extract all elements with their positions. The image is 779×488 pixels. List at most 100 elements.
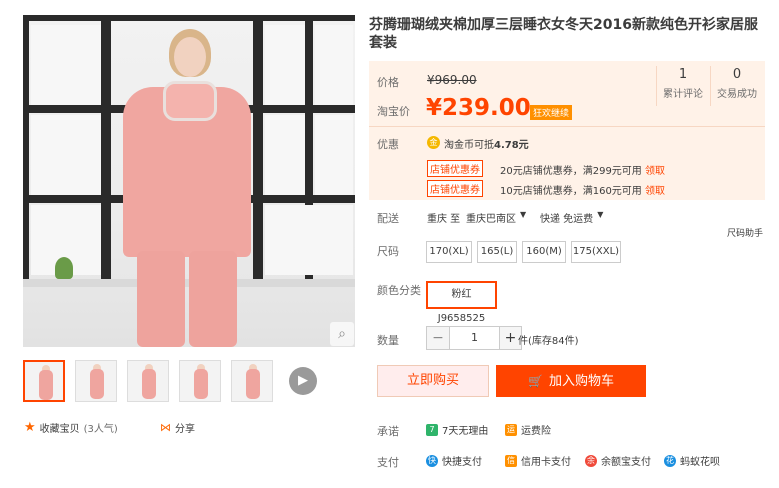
share-button[interactable]: ⋈ 分享 xyxy=(160,420,195,435)
sale-price: ¥239.00 xyxy=(426,95,531,121)
window-frame xyxy=(101,15,111,285)
claim-coupon-link[interactable]: 领取 xyxy=(645,162,665,177)
favorite-count: (3人气) xyxy=(83,424,118,435)
window-pane xyxy=(265,205,353,275)
size-label: 尺码 xyxy=(377,245,399,258)
product-title: 芬腾珊瑚绒夹棉加厚三层睡衣女冬天2016新款纯色开衫家居服套装 xyxy=(369,17,758,51)
quantity-label: 数量 xyxy=(377,334,399,347)
size-option[interactable]: 160(M) xyxy=(522,241,566,263)
huabei-icon: 花 xyxy=(664,454,676,467)
coin-text: 淘金币可抵 xyxy=(444,140,494,151)
plant xyxy=(55,257,73,279)
original-price: ¥969.00 xyxy=(427,73,477,87)
delivery-from: 重庆 至 xyxy=(427,214,461,225)
payment-text: 信用卡支付 xyxy=(521,457,571,468)
share-icon: ⋈ xyxy=(160,421,171,434)
payment-text: 蚂蚁花呗 xyxy=(680,457,720,468)
payment-item[interactable]: 花 蚂蚁花呗 xyxy=(664,453,720,468)
play-video-icon[interactable]: ▶ xyxy=(289,367,317,395)
chevron-down-icon: ▼ xyxy=(520,210,527,219)
coupon-tag: 店铺优惠券 xyxy=(427,180,483,197)
quantity-input[interactable]: 1 xyxy=(449,327,499,349)
seven-day-return-icon: 7 xyxy=(426,423,438,436)
coin-icon: 金 xyxy=(427,136,440,149)
sales-count: 0 xyxy=(732,67,742,82)
payment-item[interactable]: 快 快捷支付 xyxy=(426,453,482,468)
add-to-cart-label: 加入购物车 xyxy=(548,374,614,389)
window-pane xyxy=(31,25,101,105)
pajama-collar xyxy=(163,81,217,121)
chevron-down-icon: ▼ xyxy=(597,210,604,219)
zoom-icon[interactable]: ⌕ xyxy=(330,322,354,346)
payment-item[interactable]: 信 信用卡支付 xyxy=(505,453,571,468)
size-helper-link[interactable]: 尺码助手 xyxy=(727,226,763,239)
pajama-leg-right xyxy=(189,251,237,347)
pajama-leg-left xyxy=(137,251,185,347)
review-count-label: 累计评论 xyxy=(663,89,703,100)
claim-coupon-link[interactable]: 领取 xyxy=(645,182,665,197)
delivery-method-select[interactable]: 快递 免运费 ▼ xyxy=(540,210,603,225)
coupon-tag: 店铺优惠券 xyxy=(427,160,483,177)
delivery-destination: 重庆巴南区 xyxy=(466,214,516,225)
window-frame xyxy=(253,15,263,285)
thumbnail[interactable] xyxy=(75,360,117,402)
quick-pay-icon: 快 xyxy=(426,454,438,467)
share-label: 分享 xyxy=(175,424,195,435)
quantity-stepper: − 1 + xyxy=(426,326,522,350)
quantity-decrease-button[interactable]: − xyxy=(427,327,449,349)
star-icon: ★ xyxy=(24,420,36,435)
thumbnail[interactable] xyxy=(23,360,65,402)
promise-text: 7天无理由 xyxy=(442,426,489,437)
delivery-method: 快递 免运费 xyxy=(540,214,594,225)
color-option[interactable]: 粉红J9658525 xyxy=(426,281,497,324)
add-to-cart-button[interactable]: 🛒 加入购物车 xyxy=(496,365,646,397)
payment-text: 快捷支付 xyxy=(442,457,482,468)
thumbnail-image xyxy=(90,369,104,399)
sales-count-label: 交易成功 xyxy=(717,89,757,100)
price-divider xyxy=(369,126,765,127)
shipping-insurance-icon: 运 xyxy=(505,423,517,436)
promo-label: 优惠 xyxy=(377,138,399,151)
promise-item[interactable]: 7 7天无理由 xyxy=(426,422,488,437)
coupon-text: 20元店铺优惠券，满299元可用 xyxy=(500,166,642,177)
payment-item[interactable]: 余 余额宝支付 xyxy=(585,453,651,468)
size-option[interactable]: 165(L) xyxy=(477,241,517,263)
stats-divider xyxy=(710,66,711,106)
window-pane xyxy=(31,115,101,195)
size-option[interactable]: 170(XL) xyxy=(426,241,472,263)
thumbnail-image xyxy=(39,370,53,400)
buy-now-button[interactable]: 立即购买 xyxy=(377,365,489,397)
promo-badge: 狂欢继续 xyxy=(530,105,573,120)
yuebao-icon: 余 xyxy=(585,454,597,467)
delivery-label: 配送 xyxy=(377,212,399,225)
sale-price-label: 淘宝价 xyxy=(377,105,410,118)
promise-text: 运费险 xyxy=(521,426,551,437)
color-label: 颜色分类 xyxy=(377,284,421,297)
window-pane xyxy=(315,115,353,195)
favorite-button[interactable]: ★ 收藏宝贝 (3人气) xyxy=(24,420,118,435)
thumbnail[interactable] xyxy=(127,360,169,402)
thumbnail-image xyxy=(142,369,156,399)
delivery-destination-select[interactable]: 重庆巴南区 ▼ xyxy=(466,210,526,225)
thumbnail-image xyxy=(194,369,208,399)
review-count[interactable]: 1 xyxy=(658,67,708,82)
thumbnail[interactable] xyxy=(179,360,221,402)
thumbnail[interactable] xyxy=(231,360,273,402)
coin-amount: 4.78元 xyxy=(494,140,529,151)
coupon-text: 10元店铺优惠券，满160元可用 xyxy=(500,186,642,197)
stats-divider xyxy=(656,66,657,106)
thumbnail-image xyxy=(246,369,260,399)
favorite-label: 收藏宝贝 xyxy=(39,424,80,435)
payment-label: 支付 xyxy=(377,456,399,469)
credit-card-icon: 信 xyxy=(505,454,517,467)
cart-icon: 🛒 xyxy=(528,374,543,388)
size-option[interactable]: 175(XXL) xyxy=(571,241,621,263)
window-frame xyxy=(23,15,29,285)
promise-label: 承诺 xyxy=(377,425,399,438)
original-price-label: 价格 xyxy=(377,76,399,89)
window-pane xyxy=(315,25,353,105)
main-product-image[interactable] xyxy=(23,15,355,347)
stock-text: 件(库存84件) xyxy=(518,336,579,347)
promise-item[interactable]: 运 运费险 xyxy=(505,422,551,437)
window-pane xyxy=(265,115,305,195)
